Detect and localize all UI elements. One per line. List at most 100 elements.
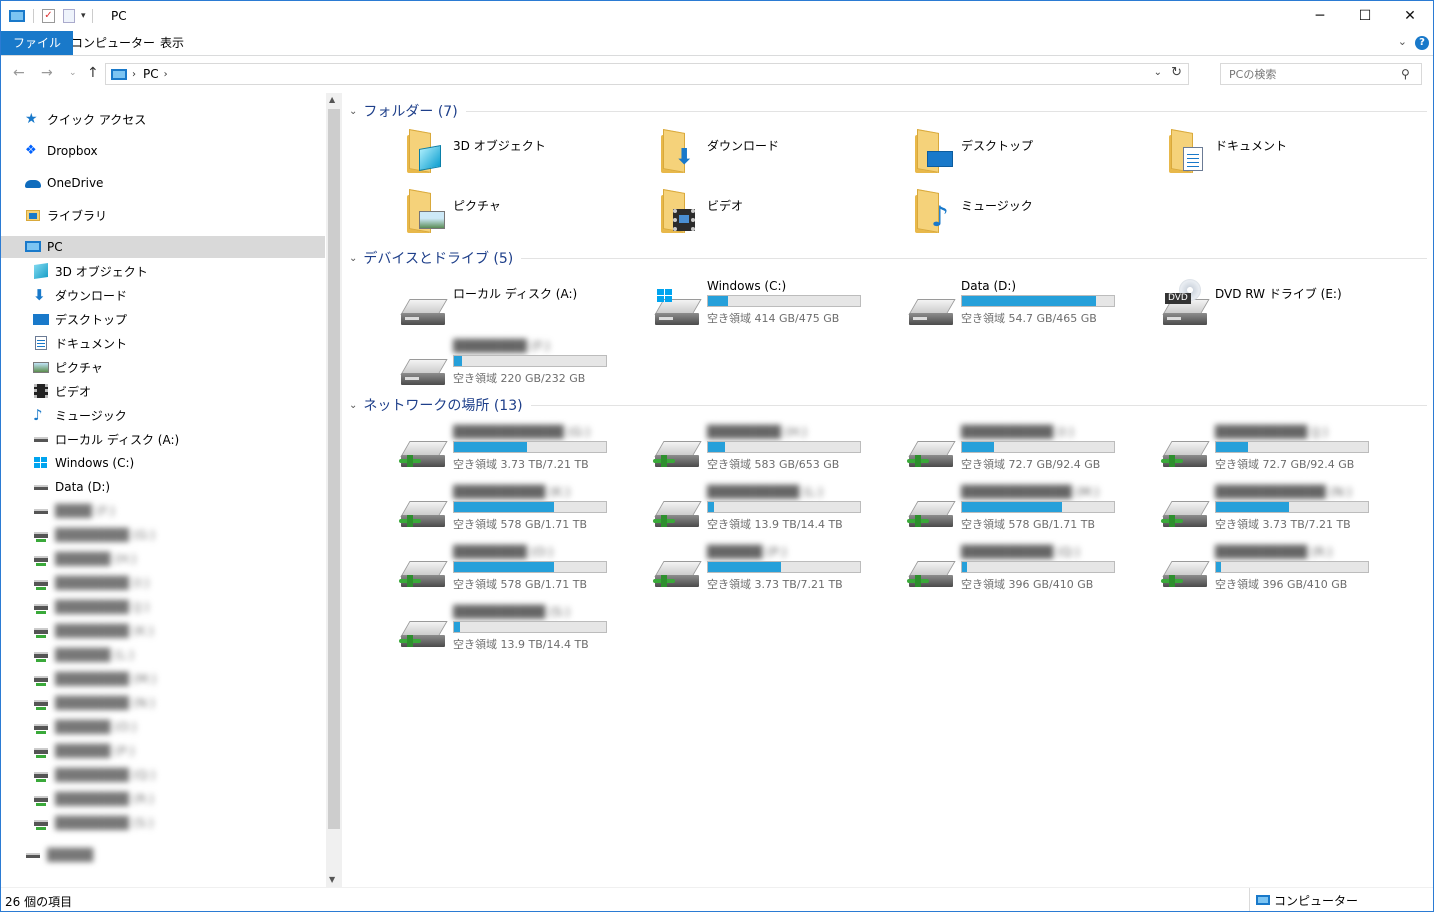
refresh-icon[interactable]: ↻ bbox=[1171, 65, 1182, 80]
scroll-down-icon[interactable]: ▼ bbox=[329, 875, 335, 884]
sidebar-item[interactable]: ██████ (L:) bbox=[1, 644, 325, 666]
recent-locations-icon[interactable]: ⌄ bbox=[69, 68, 77, 78]
sidebar-item[interactable]: ████████ (J:) bbox=[1, 596, 325, 618]
close-button[interactable]: ✕ bbox=[1387, 1, 1433, 31]
pc-icon[interactable] bbox=[9, 10, 25, 22]
sidebar-item[interactable]: █████ bbox=[1, 844, 325, 866]
sidebar-item[interactable]: ████████ (K:) bbox=[1, 620, 325, 642]
sidebar-item[interactable]: ████████ (I:) bbox=[1, 572, 325, 594]
sidebar-item[interactable]: ♪ ミュージック bbox=[1, 404, 325, 426]
sidebar-item[interactable]: ████ (F:) bbox=[1, 500, 325, 522]
sidebar-item[interactable]: ████████ (R:) bbox=[1, 788, 325, 810]
sidebar-item[interactable]: PC bbox=[1, 236, 325, 258]
network-drive-tile[interactable]: ██████████ (Q:) 空き領域 396 GB/410 GB bbox=[907, 545, 1147, 601]
network-drive-tile[interactable]: ██████████ (J:) 空き領域 72.7 GB/92.4 GB bbox=[1161, 425, 1401, 481]
network-drive-tile[interactable]: ████████████ (N:) 空き領域 3.73 TB/7.21 TB bbox=[1161, 485, 1401, 541]
drive-tile[interactable]: ローカル ディスク (A:) bbox=[399, 279, 639, 335]
network-drive-tile[interactable]: ██████████ (R:) 空き領域 396 GB/410 GB bbox=[1161, 545, 1401, 601]
chevron-right-icon[interactable]: › bbox=[132, 69, 136, 80]
network-drive-tile[interactable]: ██████████ (L:) 空き領域 13.9 TB/14.4 TB bbox=[653, 485, 893, 541]
capacity-bar bbox=[961, 501, 1115, 513]
folder-tile[interactable]: ビデオ bbox=[653, 189, 893, 247]
sidebar-item[interactable]: ████████ (N:) bbox=[1, 692, 325, 714]
sidebar-item[interactable]: ████████ (Q:) bbox=[1, 764, 325, 786]
folder-tile[interactable]: ♪ ミュージック bbox=[907, 189, 1147, 247]
group-header-network[interactable]: ⌄ ネットワークの場所 (13) bbox=[349, 395, 1427, 415]
address-bar[interactable]: › PC › ⌄ ↻ bbox=[105, 63, 1189, 85]
back-arrow-icon[interactable]: ← bbox=[13, 65, 25, 81]
up-arrow-icon[interactable]: ↑ bbox=[87, 65, 99, 81]
network-drive-tile[interactable]: ██████████ (K:) 空き領域 578 GB/1.71 TB bbox=[399, 485, 639, 541]
folder-tile[interactable]: ドキュメント bbox=[1161, 129, 1401, 187]
sidebar-item[interactable]: ████████ (G:) bbox=[1, 524, 325, 546]
drive-tile[interactable]: ████████ (F:) 空き領域 220 GB/232 GB bbox=[399, 339, 639, 395]
sidebar-item[interactable]: OneDrive bbox=[1, 172, 325, 194]
chevron-down-icon[interactable]: ⌄ bbox=[349, 253, 357, 264]
chevron-right-icon[interactable]: › bbox=[164, 69, 168, 80]
sidebar-item[interactable]: Data (D:) bbox=[1, 476, 325, 498]
address-dropdown-icon[interactable]: ⌄ bbox=[1154, 67, 1162, 78]
network-drive-tile[interactable]: ████████ (O:) 空き領域 578 GB/1.71 TB bbox=[399, 545, 639, 601]
sidebar-item[interactable]: 3D オブジェクト bbox=[1, 260, 325, 282]
chevron-down-icon[interactable]: ⌄ bbox=[349, 106, 357, 117]
folder-tile[interactable]: ピクチャ bbox=[399, 189, 639, 247]
folder-tile[interactable]: 3D オブジェクト bbox=[399, 129, 639, 187]
drive-tile[interactable]: Data (D:) 空き領域 54.7 GB/465 GB bbox=[907, 279, 1147, 335]
scroll-up-icon[interactable]: ▲ bbox=[329, 95, 335, 104]
drive-tile[interactable]: DVD DVD RW ドライブ (E:) bbox=[1161, 279, 1401, 335]
chevron-down-icon[interactable]: ⌄ bbox=[349, 400, 357, 411]
help-icon[interactable]: ? bbox=[1415, 36, 1429, 50]
sidebar-item[interactable]: ライブラリ bbox=[1, 204, 325, 226]
video-icon bbox=[33, 383, 49, 399]
search-input[interactable] bbox=[1220, 63, 1422, 85]
sidebar-item[interactable]: デスクトップ bbox=[1, 308, 325, 330]
new-folder-icon[interactable] bbox=[63, 9, 75, 23]
network-drive-tile[interactable]: ████████████ (M:) 空き領域 578 GB/1.71 TB bbox=[907, 485, 1147, 541]
sidebar-item[interactable]: ❖ Dropbox bbox=[1, 140, 325, 162]
scrollbar-thumb[interactable] bbox=[328, 109, 340, 829]
sidebar-item[interactable]: ████████ (S:) bbox=[1, 812, 325, 834]
sidebar-item[interactable]: Windows (C:) bbox=[1, 452, 325, 474]
network-drive-icon bbox=[33, 623, 49, 639]
sidebar-item[interactable]: ドキュメント bbox=[1, 332, 325, 354]
sidebar-item[interactable]: ██████ (P:) bbox=[1, 740, 325, 762]
nav-scrollbar[interactable]: ▲ ▼ bbox=[326, 93, 342, 887]
network-drive-icon bbox=[399, 561, 448, 589]
minimize-button[interactable]: ─ bbox=[1297, 1, 1343, 31]
sidebar-item-label: ████████ (K:) bbox=[55, 624, 154, 638]
network-drive-tile[interactable]: ████████ (H:) 空き領域 583 GB/653 GB bbox=[653, 425, 893, 481]
maximize-button[interactable]: ☐ bbox=[1342, 1, 1388, 31]
network-drive-tile[interactable]: ██████████ (S:) 空き領域 13.9 TB/14.4 TB bbox=[399, 605, 639, 661]
drive-label: Data (D:) bbox=[961, 279, 1017, 293]
network-drive-icon bbox=[33, 719, 49, 735]
customize-toolbar-icon[interactable]: ▾ bbox=[81, 11, 86, 21]
network-drive-tile[interactable]: ████████████ (G:) 空き領域 3.73 TB/7.21 TB bbox=[399, 425, 639, 481]
sidebar-item[interactable]: ████████ (M:) bbox=[1, 668, 325, 690]
sidebar-item[interactable]: ██████ (O:) bbox=[1, 716, 325, 738]
sidebar-item[interactable]: ★ クイック アクセス bbox=[1, 108, 325, 130]
network-drive-icon bbox=[33, 575, 49, 591]
pc-icon bbox=[25, 239, 41, 255]
sidebar-item[interactable]: ⬇ ダウンロード bbox=[1, 284, 325, 306]
group-header-devices[interactable]: ⌄ デバイスとドライブ (5) bbox=[349, 248, 1427, 268]
folder-tile[interactable]: ⬇ ダウンロード bbox=[653, 129, 893, 187]
drive-tile[interactable]: Windows (C:) 空き領域 414 GB/475 GB bbox=[653, 279, 893, 335]
properties-icon[interactable]: ✓ bbox=[42, 9, 55, 23]
free-space: 空き領域 3.73 TB/7.21 TB bbox=[1215, 518, 1351, 531]
group-header-folders[interactable]: ⌄ フォルダー (7) bbox=[349, 101, 1427, 121]
chevron-down-icon[interactable]: ⌄ bbox=[1398, 35, 1407, 48]
sidebar-item[interactable]: ローカル ディスク (A:) bbox=[1, 428, 325, 450]
sidebar-item[interactable]: ビデオ bbox=[1, 380, 325, 402]
free-space: 空き領域 13.9 TB/14.4 TB bbox=[707, 518, 843, 531]
tab-view[interactable]: 表示 bbox=[148, 31, 196, 55]
folder-tile[interactable]: デスクトップ bbox=[907, 129, 1147, 187]
breadcrumb-pc[interactable]: PC bbox=[143, 67, 159, 81]
sidebar-item-label: ローカル ディスク (A:) bbox=[55, 432, 180, 447]
search-icon[interactable]: ⚲ bbox=[1401, 67, 1410, 81]
network-drive-tile[interactable]: ██████████ (I:) 空き領域 72.7 GB/92.4 GB bbox=[907, 425, 1147, 481]
sidebar-item[interactable]: ピクチャ bbox=[1, 356, 325, 378]
sidebar-item[interactable]: ██████ (H:) bbox=[1, 548, 325, 570]
forward-arrow-icon[interactable]: → bbox=[41, 65, 53, 81]
network-drive-tile[interactable]: ██████ (P:) 空き領域 3.73 TB/7.21 TB bbox=[653, 545, 893, 601]
desktop-icon bbox=[33, 311, 49, 327]
